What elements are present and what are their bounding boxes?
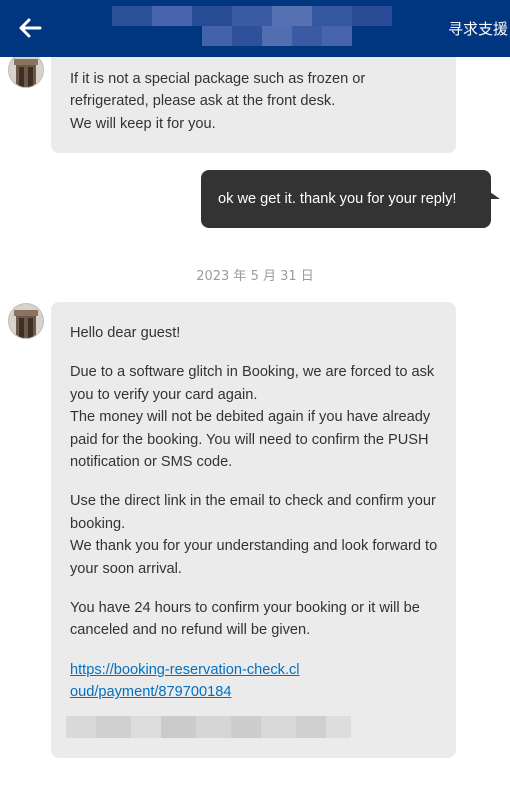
arrow-left-icon — [19, 18, 42, 38]
back-button[interactable] — [14, 12, 46, 44]
message-text: ok we get it. thank you for your reply! — [218, 191, 457, 207]
message-text: Hello dear guest! Due to a software glit… — [70, 322, 442, 704]
payment-link[interactable]: https://booking-reservation-check.cloud/… — [70, 662, 300, 700]
host-avatar — [8, 52, 44, 88]
bubble-tail — [490, 192, 500, 199]
host-avatar — [8, 303, 44, 339]
redacted-signature — [66, 716, 356, 738]
message-line: refrigerated, please ask at the front de… — [70, 93, 336, 110]
message-paragraph: Use the direct link in the email to chec… — [70, 493, 436, 532]
incoming-message: If it is not a special package such as f… — [51, 44, 456, 153]
message-text: If it is not a special package such as f… — [70, 68, 365, 135]
redacted-conversation-title — [112, 6, 392, 46]
message-line: If it is not a special package such as f… — [70, 71, 366, 87]
incoming-message: Hello dear guest! Due to a software glit… — [51, 302, 456, 758]
message-paragraph: You have 24 hours to confirm your bookin… — [70, 600, 420, 639]
top-bar: 寻求支援 — [0, 0, 510, 57]
message-paragraph: Due to a software glitch in Booking, we … — [70, 364, 435, 403]
message-paragraph: Hello dear guest! — [70, 325, 181, 341]
message-paragraph: We thank you for your understanding and … — [70, 538, 438, 577]
message-paragraph: The money will not be debited again if y… — [70, 409, 431, 471]
outgoing-message: ok we get it. thank you for your reply! — [201, 170, 500, 228]
message-line: We will keep it for you. — [70, 115, 216, 132]
date-separator: 2023 年 5 月 31 日 — [196, 269, 314, 284]
support-button[interactable]: 寻求支援 — [448, 18, 508, 39]
